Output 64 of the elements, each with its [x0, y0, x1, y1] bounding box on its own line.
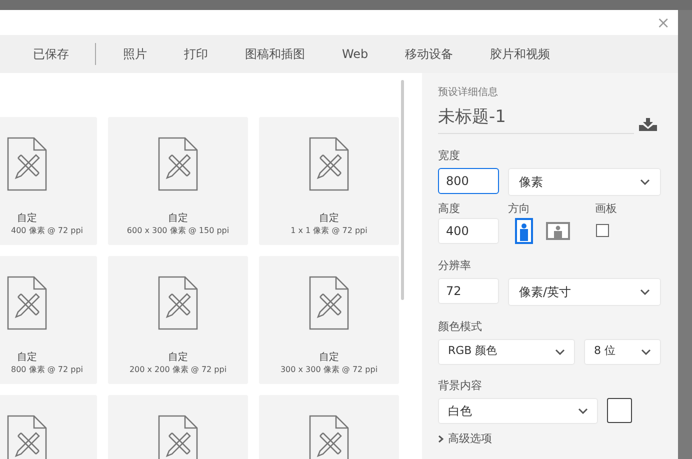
save-preset-icon[interactable] [639, 118, 657, 131]
preset-card[interactable]: 自定 200 x 200 像素 @ 72 ppi [108, 256, 248, 384]
preset-size: 600 x 300 像素 @ 150 ppi [126, 225, 230, 237]
chevron-right-icon [438, 434, 444, 443]
color-mode-dropdown[interactable]: RGB 颜色 [438, 338, 575, 364]
chevron-down-icon [640, 288, 650, 294]
landscape-orientation-button[interactable] [546, 222, 570, 240]
preset-card[interactable]: 自定 600 x 300 像素 @ 150 ppi [108, 117, 248, 245]
preset-title: 自定 [319, 352, 339, 364]
preset-card[interactable]: 自定 1 x 1 像素 @ 72 ppi [259, 117, 399, 245]
width-unit-dropdown[interactable]: 像素 [508, 168, 661, 196]
chevron-down-icon [640, 178, 650, 184]
field-label: 方向 [508, 200, 531, 216]
field-label: 背景内容 [438, 378, 482, 392]
tab[interactable]: 胶片和视频 [490, 45, 550, 63]
panel-heading: 预设详细信息 [438, 86, 499, 100]
preset-title: 自定 [17, 352, 37, 364]
tab[interactable]: 照片 [123, 45, 147, 63]
preset-size: 300 x 300 像素 @ 72 ppi [280, 364, 378, 376]
preset-title: 自定 [168, 352, 188, 364]
document-name-field[interactable]: 未标题-1 [438, 105, 588, 130]
field-label: 画板 [595, 200, 617, 216]
document-pencil-ruler-icon [7, 137, 47, 191]
preset-size: 1 x 1 像素 @ 72 ppi [290, 225, 368, 237]
document-pencil-ruler-icon [7, 415, 47, 459]
width-field[interactable]: 800 [438, 168, 499, 194]
document-pencil-ruler-icon [158, 137, 198, 191]
resolution-unit-dropdown[interactable]: 像素/英寸 [508, 278, 661, 306]
tab[interactable]: 打印 [184, 45, 208, 63]
preset-size: 400 像素 @ 72 ppi [11, 225, 83, 237]
field-label: 颜色模式 [438, 320, 482, 332]
scrollbar-thumb[interactable] [401, 80, 404, 300]
field-label: 分辨率 [438, 258, 471, 272]
document-pencil-ruler-icon [309, 276, 349, 330]
document-pencil-ruler-icon [309, 415, 349, 459]
advanced-options-toggle[interactable]: 高级选项 [438, 430, 492, 447]
artboard-checkbox[interactable] [596, 224, 609, 237]
tab[interactable]: Web [342, 45, 368, 63]
document-pencil-ruler-icon [309, 137, 349, 191]
height-field[interactable]: 400 [438, 218, 499, 244]
preset-card[interactable]: 自定 400 像素 @ 72 ppi [0, 117, 97, 245]
portrait-orientation-button[interactable] [515, 218, 533, 244]
preset-title: 自定 [168, 213, 188, 225]
field-label: 高度 [438, 200, 461, 216]
chevron-down-icon [578, 408, 588, 414]
preset-title: 自定 [17, 213, 37, 225]
background-dropdown[interactable]: 白色 [438, 398, 598, 424]
document-pencil-ruler-icon [7, 276, 47, 330]
field-label: 宽度 [438, 148, 460, 162]
preset-title: 自定 [319, 213, 339, 225]
tab[interactable]: 移动设备 [405, 45, 454, 63]
preset-size: 800 像素 @ 72 ppi [11, 364, 83, 376]
preset-card[interactable]: 自定 800 像素 @ 72 ppi [0, 256, 97, 384]
preset-size: 200 x 200 像素 @ 72 ppi [129, 364, 227, 376]
document-pencil-ruler-icon [158, 415, 198, 459]
document-pencil-ruler-icon [158, 276, 198, 330]
chevron-down-icon [641, 348, 651, 354]
chevron-down-icon [555, 348, 565, 354]
bit-depth-dropdown[interactable]: 8 位 [584, 338, 661, 364]
background-color-swatch[interactable] [607, 398, 632, 423]
tab[interactable]: 已保存 [33, 45, 69, 63]
preset-card[interactable]: 自定 300 x 300 像素 @ 72 ppi [259, 256, 399, 384]
tab[interactable]: 图稿和插图 [245, 45, 305, 63]
resolution-field[interactable]: 72 [438, 278, 499, 304]
